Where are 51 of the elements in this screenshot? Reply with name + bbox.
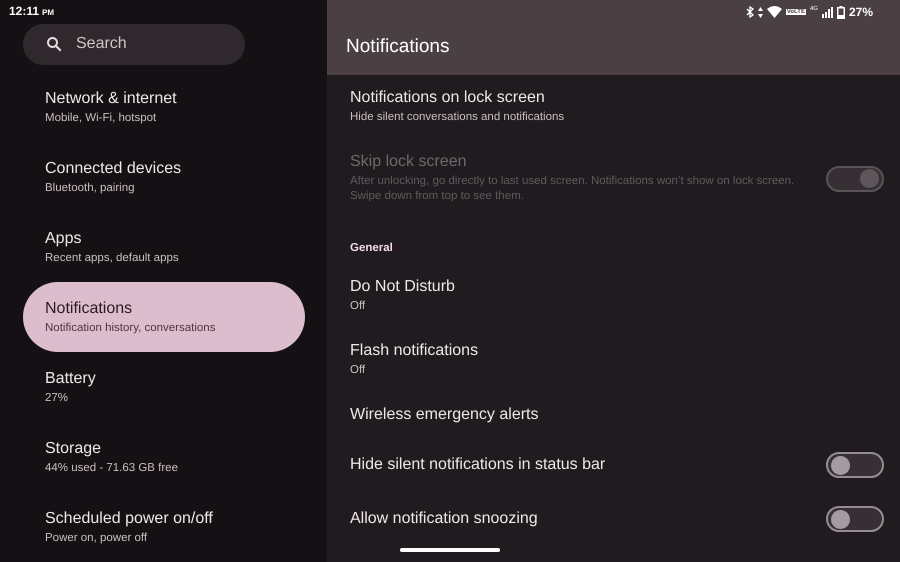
sidebar-item[interactable]: Battery 27% (23, 352, 305, 422)
setting-row[interactable]: Flash notifications Off (350, 328, 884, 392)
setting-row[interactable]: Notifications on lock screen Hide silent conversations and notifications (350, 75, 884, 139)
setting-summary: Hide silent conversations and notifications (350, 110, 564, 125)
sidebar-item[interactable]: Notifications Notification history, conversations (23, 282, 305, 352)
setting-title: Wireless emergency alerts (350, 406, 538, 424)
sidebar-item[interactable]: Storage 44% used - 71.63 GB free (23, 422, 305, 492)
setting-row[interactable]: Allow notification snoozing (350, 492, 884, 546)
item-subtitle: 27% (45, 392, 68, 404)
sidebar-item[interactable]: Apps Recent apps, default apps (23, 212, 305, 282)
item-subtitle: Notification history, conversations (45, 322, 216, 334)
item-title: Connected devices (45, 160, 182, 178)
setting-title: Skip lock screen (350, 153, 466, 171)
battery-level: 27% (848, 5, 873, 19)
setting-title: Flash notifications (350, 342, 478, 360)
setting-row[interactable]: Wireless emergency alerts (350, 392, 884, 438)
setting-summary: Off (350, 299, 366, 314)
sidebar-item[interactable]: Connected devices Bluetooth, pairing (23, 142, 305, 212)
item-title: Notifications (45, 300, 132, 318)
sidebar-item[interactable]: Network & internet Mobile, Wi-Fi, hotspot (23, 72, 305, 142)
signal-icon (822, 6, 833, 18)
page-title: Notifications (346, 36, 450, 58)
item-title: Apps (45, 230, 82, 248)
bluetooth-icon (746, 6, 754, 18)
item-title: Network & internet (45, 90, 177, 108)
item-title: Storage (45, 440, 102, 458)
section-header: General (350, 242, 393, 254)
wifi-icon (766, 6, 782, 18)
clock: 12:11 PM (9, 4, 54, 18)
item-title: Battery (45, 370, 96, 388)
item-subtitle: Mobile, Wi-Fi, hotspot (45, 112, 156, 124)
data-arrows-icon (758, 6, 763, 18)
search-field[interactable]: Search (23, 24, 245, 65)
setting-title: Allow notification snoozing (350, 510, 538, 528)
item-subtitle: Power on, power off (45, 532, 148, 544)
toggle-switch[interactable] (826, 506, 884, 532)
battery-icon (836, 6, 845, 18)
setting-summary: After unlocking, go directly to last used screen. Notifications won’t show on lock screen. Swipe down from top to see them. (350, 174, 796, 204)
item-subtitle: Bluetooth, pairing (45, 182, 135, 194)
setting-title: Hide silent notifications in status bar (350, 456, 606, 474)
setting-row[interactable]: Do Not Disturb Off (350, 264, 884, 328)
item-title: Scheduled power on/off (45, 510, 213, 528)
setting-title: Notifications on lock screen (350, 89, 545, 107)
item-subtitle: Recent apps, default apps (45, 252, 179, 264)
item-subtitle: 44% used - 71.63 GB free (45, 462, 178, 474)
toggle-switch[interactable] (826, 452, 884, 478)
setting-row[interactable]: Hide silent notifications in status bar (350, 438, 884, 492)
setting-title: Do Not Disturb (350, 278, 455, 296)
search-icon (45, 35, 63, 54)
sidebar-item[interactable]: Scheduled power on/off Power on, power off (23, 492, 305, 562)
setting-summary: Off (350, 363, 366, 378)
